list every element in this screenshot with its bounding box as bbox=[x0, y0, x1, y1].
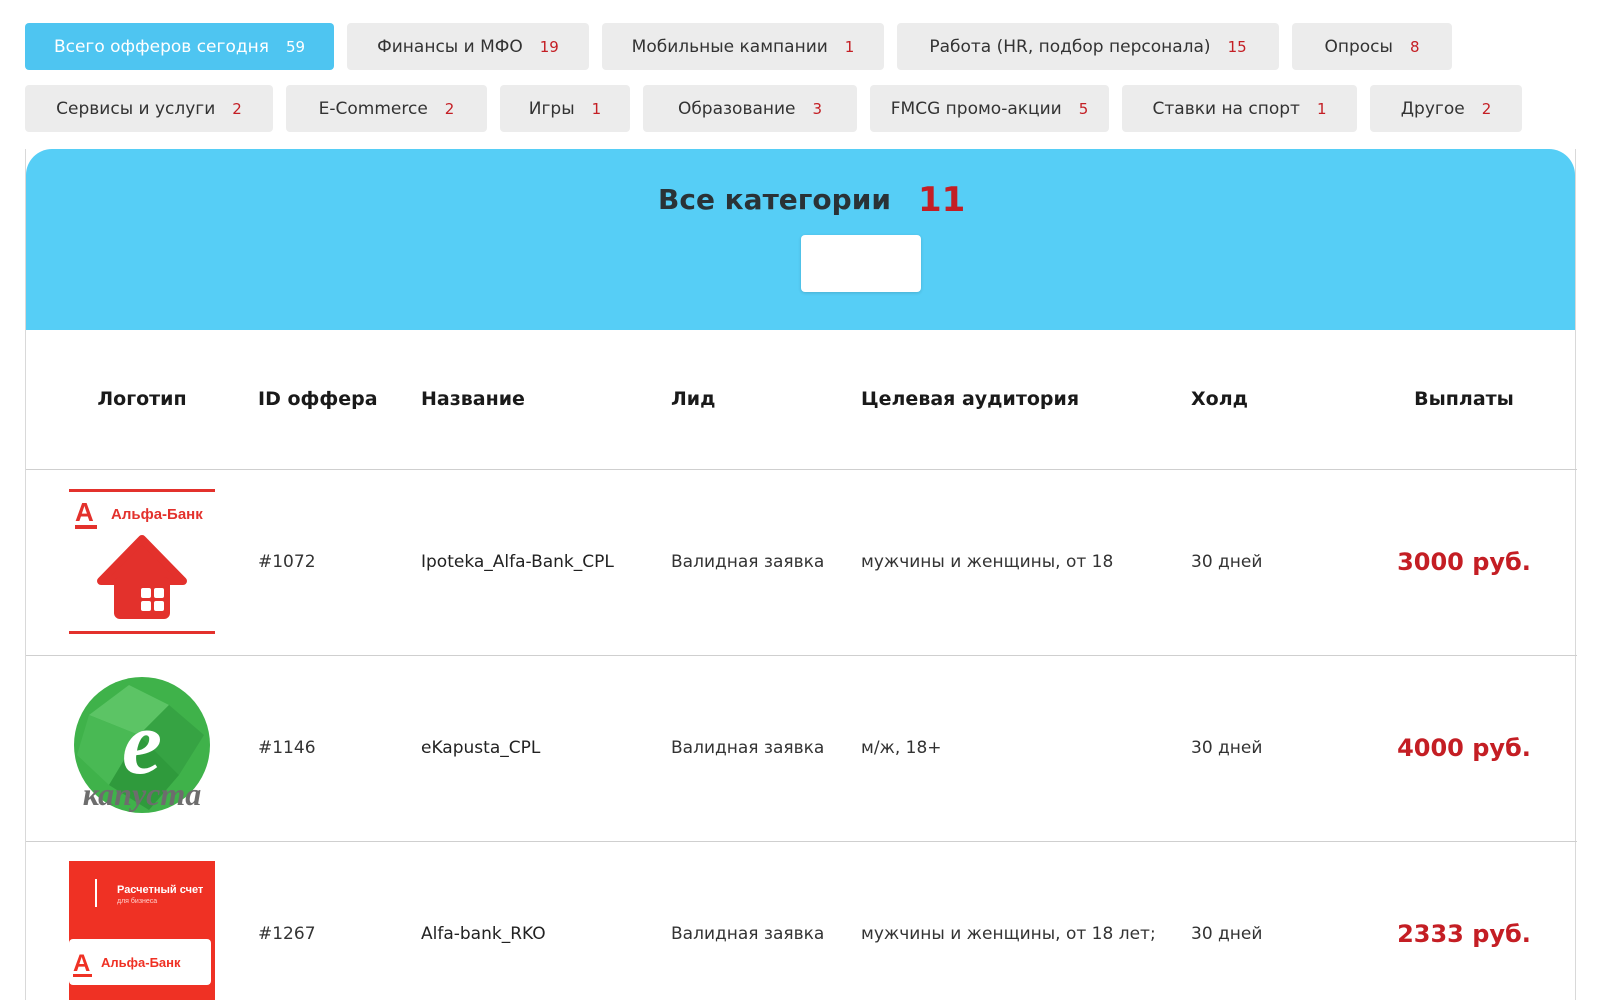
filter-row-2: Сервисы и услуги 2 E-Commerce 2 Игры 1 Образов… bbox=[25, 85, 1585, 132]
offer-audience: мужчины и женщины, от 18 лет; bbox=[861, 923, 1156, 944]
filter-chip[interactable]: Образование 3 bbox=[643, 85, 857, 132]
filter-chip-label: Образование bbox=[677, 98, 796, 119]
offer-payout: 3000 руб. bbox=[1397, 547, 1531, 576]
category-filters: Всего офферов сегодня 59 Финансы и МФО 19 Мо… bbox=[25, 23, 1585, 147]
table-row[interactable]: e капуста #1146 eKapusta_CPL Валидная за… bbox=[26, 655, 1577, 841]
filter-chip-count: 1 bbox=[844, 37, 855, 56]
svg-text:капуста: капуста bbox=[83, 776, 202, 812]
svg-text:A: A bbox=[73, 950, 90, 977]
offer-id: #1267 bbox=[258, 923, 316, 944]
filter-chip-count: 8 bbox=[1409, 37, 1420, 56]
svg-text:A: A bbox=[75, 497, 94, 527]
filter-chip[interactable]: Финансы и МФО 19 bbox=[347, 23, 589, 70]
offer-payout: 2333 руб. bbox=[1397, 919, 1531, 948]
svg-text:Альфа-Банк: Альфа-Банк bbox=[111, 506, 203, 523]
filter-chip-label: Всего офферов сегодня bbox=[53, 36, 269, 57]
filter-chip-count: 1 bbox=[591, 99, 602, 118]
offers-table: Логотип ID оффера Название Лид Целевая а… bbox=[26, 330, 1577, 1000]
header-lead: Лид bbox=[671, 388, 716, 411]
filter-chip-label: Сервисы и услуги bbox=[56, 98, 216, 119]
svg-text:Альфа-Банк: Альфа-Банк bbox=[101, 955, 181, 970]
svg-text:Расчетный счет: Расчетный счет bbox=[117, 884, 204, 896]
header-hold: Холд bbox=[1191, 388, 1248, 411]
offer-name[interactable]: Alfa-bank_RKO bbox=[421, 841, 671, 1000]
filter-chip-label: Опросы bbox=[1324, 36, 1393, 57]
filter-chip[interactable]: Всего офферов сегодня 59 bbox=[25, 23, 334, 70]
filter-chip-count: 1 bbox=[1316, 99, 1327, 118]
header-logo: Логотип bbox=[97, 388, 187, 411]
filter-chip-label: Финансы и МФО bbox=[377, 36, 523, 57]
category-count: 11 bbox=[918, 180, 966, 220]
offer-payout: 4000 руб. bbox=[1397, 733, 1531, 762]
svg-text:для бизнеса: для бизнеса bbox=[117, 897, 157, 905]
filter-chip-label: Другое bbox=[1400, 98, 1465, 119]
offer-hold: 30 дней bbox=[1191, 923, 1263, 944]
filter-chip[interactable]: E-Commerce 2 bbox=[286, 85, 487, 132]
filter-chip-count: 3 bbox=[812, 99, 823, 118]
filter-chip-count: 2 bbox=[444, 99, 455, 118]
filter-chip-label: Мобильные кампании bbox=[631, 36, 828, 57]
logo-cell: Расчетный счет для бизнеса A Альфа-Банк bbox=[26, 841, 258, 1000]
offer-audience: м/ж, 18+ bbox=[861, 737, 942, 758]
filter-chip[interactable]: Ставки на спорт 1 bbox=[1122, 85, 1357, 132]
table-row[interactable]: A Альфа-Банк #1072 Ipoteka_Alfa-Bank_CPL… bbox=[26, 469, 1577, 655]
filter-chip[interactable]: Работа (HR, подбор персонала) 15 bbox=[897, 23, 1279, 70]
category-header: Все категории 11 bbox=[26, 149, 1575, 330]
header-payout: Выплаты bbox=[1414, 388, 1514, 411]
alfa-bank-house-logo: A Альфа-Банк bbox=[69, 489, 215, 635]
filter-chip-label: E-Commerce bbox=[318, 98, 428, 119]
category-title: Все категории bbox=[658, 183, 891, 216]
offer-lead: Валидная заявка bbox=[671, 737, 825, 758]
filter-chip-count: 15 bbox=[1227, 37, 1247, 56]
offer-name[interactable]: Ipoteka_Alfa-Bank_CPL bbox=[421, 469, 671, 655]
header-id: ID оффера bbox=[258, 388, 378, 411]
filter-chip-count: 5 bbox=[1078, 99, 1089, 118]
filter-chip[interactable]: FMCG промо-акции 5 bbox=[870, 85, 1109, 132]
logo-cell: e капуста bbox=[26, 655, 258, 841]
offers-panel: Все категории 11 Логотип ID оффера Назва… bbox=[25, 149, 1577, 1000]
offer-hold: 30 дней bbox=[1191, 551, 1263, 572]
filter-row-1: Всего офферов сегодня 59 Финансы и МФО 19 Мо… bbox=[25, 23, 1585, 70]
filter-chip[interactable]: Опросы 8 bbox=[1292, 23, 1452, 70]
header-audience: Целевая аудитория bbox=[861, 388, 1080, 411]
filter-chip-count: 59 bbox=[285, 37, 306, 56]
offer-hold: 30 дней bbox=[1191, 737, 1263, 758]
offer-id: #1072 bbox=[258, 551, 316, 572]
offer-lead: Валидная заявка bbox=[671, 551, 825, 572]
filter-chip[interactable]: Другое 2 bbox=[1370, 85, 1522, 132]
filter-chip-label: Работа (HR, подбор персонала) bbox=[929, 36, 1211, 57]
category-select-box[interactable] bbox=[801, 235, 921, 292]
filter-chip-label: FMCG промо-акции bbox=[890, 98, 1062, 119]
offer-audience: мужчины и женщины, от 18 bbox=[861, 551, 1114, 572]
table-row[interactable]: Расчетный счет для бизнеса A Альфа-Банк … bbox=[26, 841, 1577, 1000]
alfa-bank-rko-logo: Расчетный счет для бизнеса A Альфа-Банк bbox=[69, 861, 215, 1000]
offer-name[interactable]: eKapusta_CPL bbox=[421, 655, 671, 841]
logo-cell: A Альфа-Банк bbox=[26, 469, 258, 655]
header-name: Название bbox=[421, 388, 525, 411]
filter-chip-label: Игры bbox=[528, 98, 575, 119]
filter-chip-count: 2 bbox=[232, 99, 242, 118]
filter-chip[interactable]: Игры 1 bbox=[500, 85, 630, 132]
table-header-row: Логотип ID оффера Название Лид Целевая а… bbox=[26, 330, 1577, 469]
offer-id: #1146 bbox=[258, 737, 316, 758]
filter-chip-count: 19 bbox=[539, 37, 559, 56]
filter-chip-label: Ставки на спорт bbox=[1152, 98, 1300, 119]
filter-chip[interactable]: Сервисы и услуги 2 bbox=[25, 85, 273, 132]
filter-chip-count: 2 bbox=[1481, 99, 1492, 118]
ekapusta-logo: e капуста bbox=[69, 675, 215, 821]
filter-chip[interactable]: Мобильные кампании 1 bbox=[602, 23, 884, 70]
offer-lead: Валидная заявка bbox=[671, 923, 825, 944]
